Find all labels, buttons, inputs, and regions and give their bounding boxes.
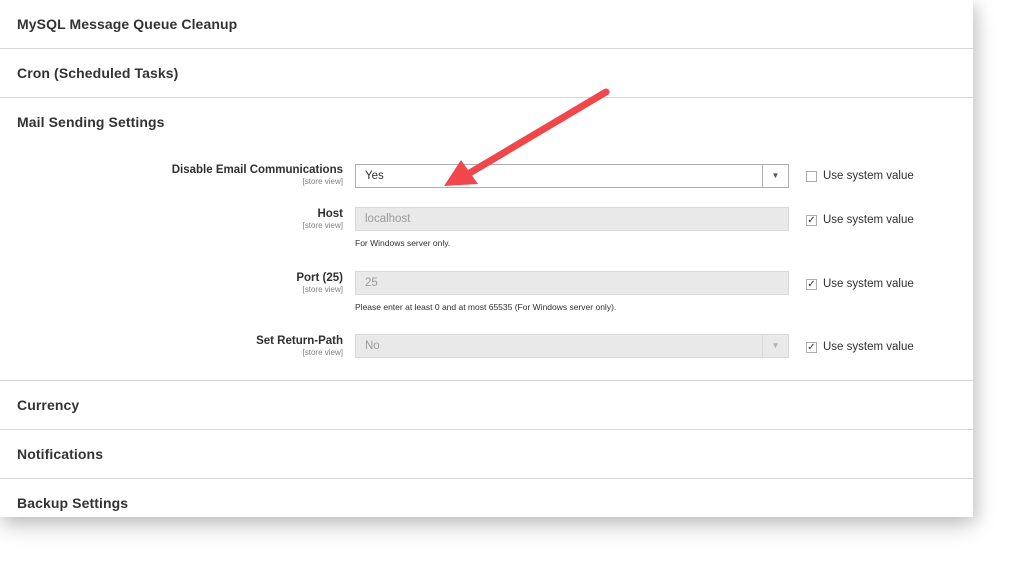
- field-scope: [store view]: [302, 285, 343, 294]
- disable-email-use-system[interactable]: Use system value: [806, 169, 914, 183]
- use-system-label[interactable]: Use system value: [823, 170, 914, 182]
- use-system-checkbox[interactable]: ✓: [806, 278, 817, 290]
- field-label-text: Disable Email Communications: [171, 164, 343, 176]
- disable-email-select[interactable]: Yes ▼: [355, 164, 789, 188]
- use-system-label[interactable]: Use system value: [823, 214, 914, 226]
- port-label: Port (25) [store view]: [296, 272, 343, 295]
- host-input[interactable]: localhost: [355, 207, 789, 231]
- section-title: Notifications: [17, 446, 104, 462]
- section-mail-sending-settings: Mail Sending Settings Disable Email Comm…: [0, 98, 973, 381]
- section-title: Backup Settings: [17, 495, 129, 511]
- use-system-checkbox[interactable]: ✓: [806, 214, 817, 226]
- field-label-text: Port (25): [296, 272, 343, 284]
- section-notifications[interactable]: Notifications: [0, 430, 973, 479]
- field-label-text: Set Return-Path: [256, 335, 343, 347]
- section-title[interactable]: Mail Sending Settings: [17, 114, 165, 130]
- section-title: MySQL Message Queue Cleanup: [17, 16, 238, 32]
- section-backup-settings[interactable]: Backup Settings: [0, 479, 973, 517]
- host-label: Host [store view]: [303, 208, 343, 231]
- section-title: Cron (Scheduled Tasks): [17, 65, 179, 81]
- input-value: localhost: [365, 213, 411, 225]
- port-note: Please enter at least 0 and at most 6553…: [355, 302, 617, 312]
- field-scope: [store view]: [302, 177, 343, 186]
- select-value: No: [365, 340, 380, 352]
- port-input[interactable]: 25: [355, 271, 789, 295]
- use-system-label[interactable]: Use system value: [823, 278, 914, 290]
- field-scope: [store view]: [302, 348, 343, 357]
- chevron-down-icon[interactable]: ▼: [762, 335, 788, 357]
- use-system-checkbox[interactable]: [806, 170, 817, 182]
- host-use-system[interactable]: ✓ Use system value: [806, 213, 914, 227]
- return-path-select[interactable]: No ▼: [355, 334, 789, 358]
- chevron-down-icon[interactable]: ▼: [762, 165, 788, 187]
- section-currency[interactable]: Currency: [0, 381, 973, 430]
- input-value: 25: [365, 277, 378, 289]
- section-mysql-message-queue-cleanup[interactable]: MySQL Message Queue Cleanup: [0, 0, 973, 49]
- disable-email-label: Disable Email Communications [store view…: [172, 164, 343, 187]
- port-use-system[interactable]: ✓ Use system value: [806, 277, 914, 291]
- use-system-checkbox[interactable]: ✓: [806, 341, 817, 353]
- return-path-use-system[interactable]: ✓ Use system value: [806, 340, 914, 354]
- use-system-label[interactable]: Use system value: [823, 341, 914, 353]
- config-panel: MySQL Message Queue Cleanup Cron (Schedu…: [0, 0, 973, 517]
- select-value: Yes: [365, 170, 384, 182]
- section-cron[interactable]: Cron (Scheduled Tasks): [0, 49, 973, 98]
- return-path-label: Set Return-Path [store view]: [256, 335, 343, 358]
- host-note: For Windows server only.: [355, 238, 451, 248]
- section-title: Currency: [17, 397, 80, 413]
- field-scope: [store view]: [302, 221, 343, 230]
- field-label-text: Host: [317, 208, 343, 220]
